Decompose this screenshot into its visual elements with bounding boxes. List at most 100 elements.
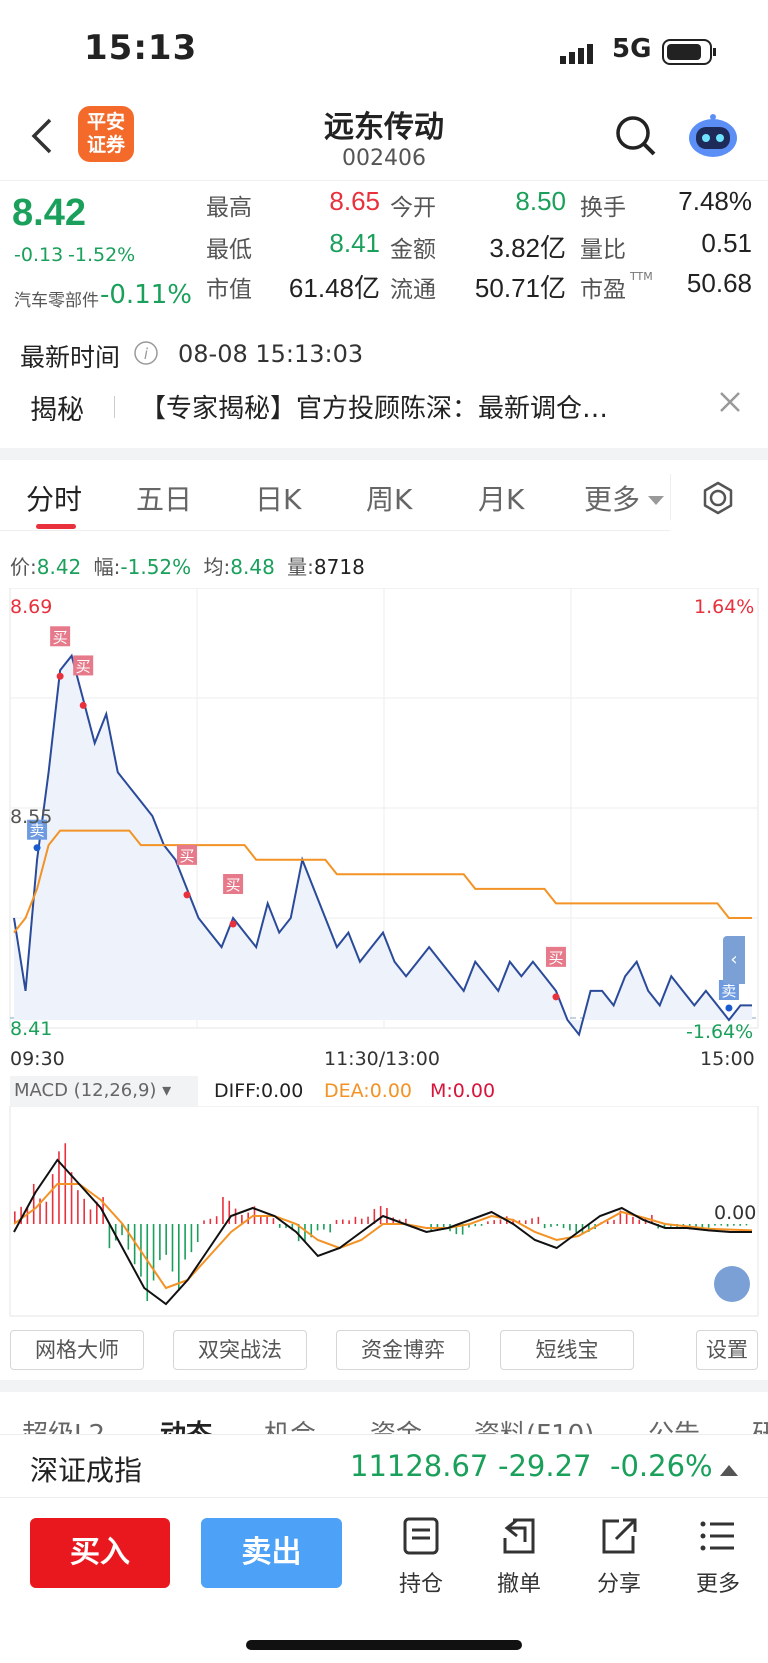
index-ticker[interactable]: 深证成指 11128.67 -29.27 -0.26% bbox=[0, 1434, 768, 1498]
quote-label: 市值 bbox=[206, 277, 252, 303]
index-name: 深证成指 bbox=[30, 1454, 143, 1487]
tab-opportunity[interactable]: 机会 bbox=[264, 1414, 316, 1434]
cancel-order-button[interactable]: 撤单 bbox=[484, 1516, 554, 1598]
macd-bar bbox=[108, 1224, 111, 1249]
fullscreen-icon[interactable] bbox=[714, 1266, 750, 1302]
quote-label: 今开 bbox=[390, 195, 436, 221]
quote-label: 金额 bbox=[390, 237, 436, 263]
macd-selector[interactable]: MACD (12,26,9) ▾ bbox=[10, 1076, 198, 1106]
expand-left-icon[interactable]: ‹ bbox=[723, 936, 745, 984]
intraday-chart[interactable]: 卖买买买买买卖 bbox=[0, 588, 768, 1068]
macd-diff: DIFF:0.00 bbox=[214, 1080, 304, 1102]
macd-bar bbox=[487, 1221, 489, 1224]
macd-zero-label: 0.00 bbox=[714, 1202, 757, 1224]
quote-label: 量比 bbox=[580, 237, 626, 263]
sell-button[interactable]: 卖出 bbox=[201, 1518, 342, 1588]
sector-pct: -0.11% bbox=[100, 280, 192, 310]
macd-bar bbox=[127, 1224, 130, 1250]
chart-tabs: 分时 五日 日K 周K 月K 更多 bbox=[0, 460, 768, 530]
tabs-divider bbox=[670, 474, 671, 520]
tab-five-day[interactable]: 五日 bbox=[136, 478, 192, 518]
macd-bar bbox=[203, 1220, 205, 1224]
macd-bar bbox=[569, 1224, 571, 1231]
status-bar: 15:13 5G bbox=[0, 0, 768, 100]
marker-label: 买 bbox=[53, 628, 68, 646]
macd-bar bbox=[348, 1220, 350, 1224]
marker-label: 买 bbox=[76, 657, 91, 675]
more-button[interactable]: 更多 bbox=[683, 1516, 753, 1598]
info-tabs: 超级L2 动态 机会 资金 资料(F10) 公告 研 bbox=[0, 1410, 768, 1434]
macd-m: M:0.00 bbox=[430, 1080, 496, 1102]
divider bbox=[0, 530, 670, 531]
tab-daily-k[interactable]: 日K bbox=[255, 478, 301, 518]
ttm-label: TTM bbox=[630, 270, 653, 283]
search-icon[interactable] bbox=[614, 114, 658, 162]
tab-research[interactable]: 研 bbox=[752, 1414, 768, 1434]
marker-label: 卖 bbox=[721, 982, 736, 1000]
macd-bar bbox=[524, 1220, 527, 1224]
macd-bar bbox=[606, 1221, 609, 1224]
stat-price-label: 价: bbox=[10, 555, 37, 579]
tab-monthly-k[interactable]: 月K bbox=[478, 478, 524, 518]
tab-dynamics[interactable]: 动态 bbox=[160, 1414, 212, 1434]
tool-settings[interactable]: 设置 bbox=[696, 1330, 758, 1370]
quote-value: 3.82亿 bbox=[489, 233, 566, 263]
macd-bar bbox=[45, 1201, 48, 1224]
quote-value: 61.48亿 bbox=[288, 273, 380, 303]
macd-bar bbox=[323, 1224, 325, 1230]
buy-button[interactable]: 买入 bbox=[30, 1518, 170, 1588]
tab-super-l2[interactable]: 超级L2 bbox=[22, 1414, 105, 1434]
gear-icon[interactable] bbox=[700, 480, 736, 520]
cancel-order-label: 撤单 bbox=[496, 1572, 541, 1597]
sector-name[interactable]: 汽车零部件 bbox=[14, 286, 99, 311]
macd-chart[interactable] bbox=[0, 1106, 768, 1318]
tab-announcements[interactable]: 公告 bbox=[648, 1414, 700, 1434]
expand-up-icon[interactable] bbox=[720, 1461, 738, 1480]
macd-bar bbox=[316, 1224, 319, 1231]
marker-label: 买 bbox=[179, 847, 194, 865]
y-max-label: 8.69 bbox=[10, 596, 53, 618]
marker-dot bbox=[725, 1004, 733, 1012]
tab-f10[interactable]: 资料(F10) bbox=[474, 1414, 594, 1434]
tool-double-break[interactable]: 双突战法 bbox=[173, 1330, 307, 1370]
stat-vol-label: 量: bbox=[287, 555, 314, 579]
tool-grid-master[interactable]: 网格大师 bbox=[10, 1330, 144, 1370]
battery-icon bbox=[662, 38, 718, 70]
macd-bar bbox=[165, 1224, 167, 1255]
y-mid-label: 8.55 bbox=[10, 806, 53, 828]
section-gap bbox=[0, 448, 768, 460]
quote-value: 50.71亿 bbox=[474, 273, 566, 303]
tool-short-line[interactable]: 短线宝 bbox=[500, 1330, 634, 1370]
price-change-pct: -1.52% bbox=[68, 244, 136, 266]
macd-bar bbox=[367, 1216, 369, 1224]
update-time-value: 08-08 15:13:03 bbox=[178, 340, 364, 368]
tool-capital-game[interactable]: 资金博弈 bbox=[336, 1330, 470, 1370]
stat-price-value: 8.42 bbox=[36, 555, 82, 579]
news-headline[interactable]: 【专家揭秘】官方投顾陈深：最新调仓… bbox=[140, 388, 680, 425]
quote-value: 0.51 bbox=[701, 228, 752, 258]
macd-bar bbox=[733, 1224, 735, 1226]
divider bbox=[0, 180, 768, 181]
tab-weekly-k[interactable]: 周K bbox=[366, 478, 412, 518]
info-icon[interactable]: i bbox=[133, 340, 159, 370]
macd-bar bbox=[386, 1207, 388, 1224]
tab-more[interactable]: 更多 bbox=[584, 478, 640, 518]
macd-bar bbox=[209, 1218, 212, 1224]
index-change: -29.27 bbox=[498, 1449, 592, 1483]
tab-capital[interactable]: 资金 bbox=[370, 1414, 422, 1434]
svg-text:i: i bbox=[144, 345, 149, 363]
intraday-stats: 价:8.42 幅:-1.52% 均:8.48 量:8718 bbox=[10, 551, 365, 580]
macd-bar bbox=[632, 1216, 634, 1224]
macd-bar bbox=[342, 1219, 344, 1224]
macd-bar bbox=[360, 1218, 363, 1224]
positions-button[interactable]: 持仓 bbox=[386, 1516, 456, 1598]
home-indicator bbox=[246, 1640, 522, 1650]
tab-intraday[interactable]: 分时 bbox=[26, 478, 82, 518]
robot-assistant-icon[interactable] bbox=[686, 110, 740, 164]
share-label: 分享 bbox=[596, 1572, 641, 1597]
share-button[interactable]: 分享 bbox=[584, 1516, 654, 1598]
signal-icon bbox=[560, 42, 600, 66]
macd-label: MACD (12,26,9) bbox=[14, 1080, 157, 1101]
close-icon[interactable] bbox=[716, 388, 744, 420]
macd-bar bbox=[272, 1218, 275, 1224]
